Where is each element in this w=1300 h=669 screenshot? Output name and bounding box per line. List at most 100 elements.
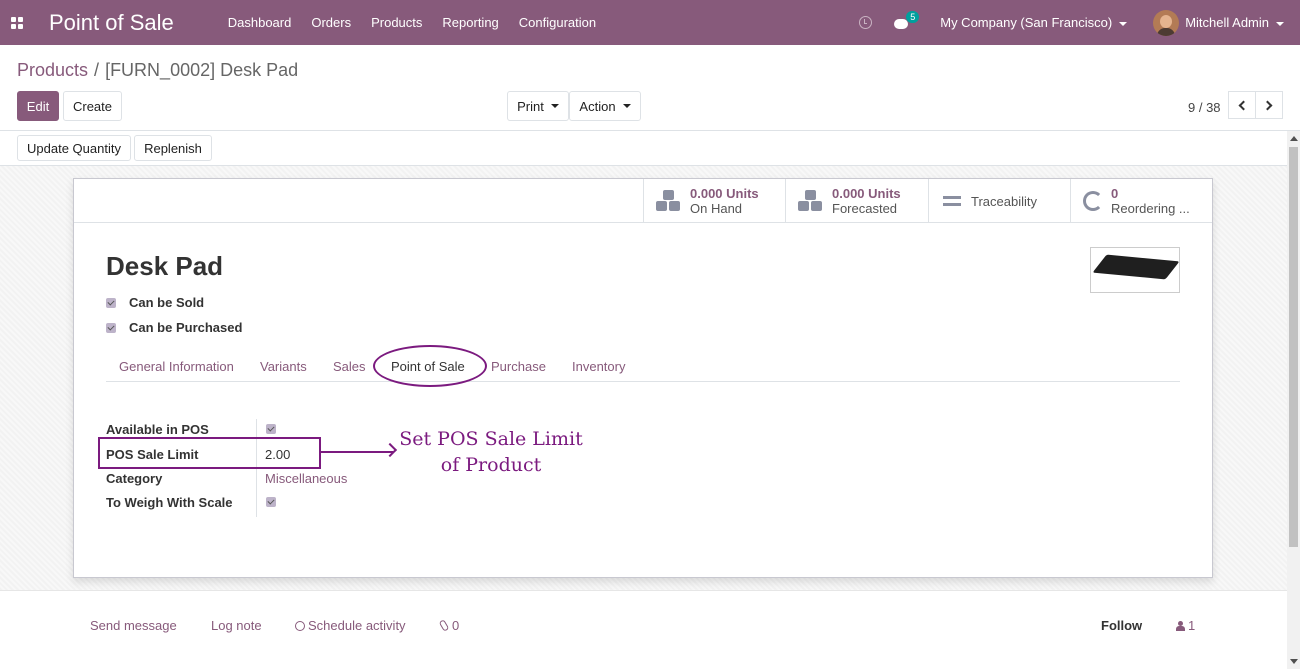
schedule-activity-label: Schedule activity (308, 618, 406, 633)
traceability-label: Traceability (971, 193, 1037, 209)
follow-button[interactable]: Follow (1101, 618, 1142, 633)
exchange-arrows-icon (941, 193, 963, 209)
chat-icon[interactable]: 5 (894, 10, 920, 30)
breadcrumb-products-link[interactable]: Products (17, 60, 88, 80)
company-name: My Company (San Francisco) (940, 15, 1113, 30)
menu-products[interactable]: Products (361, 0, 432, 45)
form-sheet: 0.000 Units On Hand 0.000 Units Forecast… (73, 178, 1213, 578)
followers-button[interactable]: 1 (1176, 618, 1195, 633)
control-panel: Products / [FURN_0002] Desk Pad Edit Creat… (0, 45, 1300, 131)
chatter: Send message Log note Schedule activity … (0, 590, 1287, 669)
tab-variants[interactable]: Variants (260, 359, 307, 374)
attachments-button[interactable]: 0 (438, 618, 460, 633)
paperclip-icon (438, 619, 450, 632)
available-in-pos-checkbox[interactable] (266, 424, 276, 434)
on-hand-value: 0.000 Units (690, 186, 759, 201)
can-be-sold-label: Can be Sold (129, 295, 205, 310)
tab-purchase[interactable]: Purchase (491, 359, 546, 374)
menu-orders[interactable]: Orders (301, 0, 361, 45)
annotation-field-highlight-box (98, 437, 321, 469)
top-navbar: Point of Sale Dashboard Orders Products … (0, 0, 1300, 45)
print-label: Print (517, 98, 544, 114)
caret-down-icon (622, 104, 631, 108)
log-note-button[interactable]: Log note (211, 618, 262, 633)
create-button[interactable]: Create (63, 91, 122, 121)
reordering-value: 0 (1111, 186, 1119, 201)
can-be-sold-checkbox[interactable] (106, 297, 116, 308)
cubes-icon (656, 190, 682, 212)
traceability-smart-button[interactable]: Traceability (928, 179, 1070, 223)
menu-dashboard[interactable]: Dashboard (218, 0, 302, 45)
on-hand-smart-button[interactable]: 0.000 Units On Hand (643, 179, 785, 223)
cubes-icon (798, 190, 824, 212)
tab-sales[interactable]: Sales (333, 359, 366, 374)
print-dropdown[interactable]: Print (507, 91, 569, 121)
forecasted-label: Forecasted (832, 201, 898, 216)
scroll-thumb[interactable] (1289, 147, 1298, 547)
menu-reporting[interactable]: Reporting (432, 0, 508, 45)
annotation-text: Set POS Sale Limit of Product (396, 426, 586, 478)
can-be-purchased-label: Can be Purchased (129, 320, 243, 335)
smart-buttons-row: 0.000 Units On Hand 0.000 Units Forecast… (74, 179, 1212, 223)
can-be-purchased-row: Can be Purchased (106, 320, 242, 335)
breadcrumb-current: [FURN_0002] Desk Pad (105, 60, 299, 80)
breadcrumb: Products / [FURN_0002] Desk Pad (17, 60, 298, 81)
form-tabs: General Information Variants Sales Point… (106, 352, 1180, 382)
available-in-pos-label: Available in POS (106, 422, 209, 437)
chat-count-badge: 5 (906, 10, 920, 23)
forecasted-smart-button[interactable]: 0.000 Units Forecasted (785, 179, 928, 223)
to-weigh-with-scale-checkbox[interactable] (266, 497, 276, 507)
update-quantity-button[interactable]: Update Quantity (17, 135, 131, 161)
send-message-button[interactable]: Send message (90, 618, 177, 633)
pager-value: 9 / 38 (1188, 100, 1221, 115)
chevron-right-icon (1262, 100, 1273, 110)
schedule-activity-button[interactable]: Schedule activity (295, 618, 406, 633)
caret-down-icon (1276, 21, 1284, 26)
annotation-line-2: of Product (440, 454, 542, 476)
product-name: Desk Pad (106, 251, 224, 281)
user-name: Mitchell Admin (1185, 15, 1269, 30)
reordering-label: Reordering ... (1111, 201, 1190, 216)
apps-menu-icon[interactable] (0, 0, 34, 45)
pager-previous-button[interactable] (1228, 91, 1256, 119)
edit-button[interactable]: Edit (17, 91, 59, 121)
category-label: Category (106, 471, 163, 486)
activity-clock-icon[interactable] (859, 16, 873, 29)
annotation-tab-highlight-ellipse (373, 345, 487, 387)
scroll-up-arrow-icon[interactable] (1290, 136, 1298, 141)
app-title: Point of Sale (49, 9, 174, 35)
menu-configuration[interactable]: Configuration (509, 0, 606, 45)
annotation-line-1: Set POS Sale Limit (399, 428, 583, 450)
user-avatar[interactable] (1153, 9, 1180, 36)
scroll-down-arrow-icon[interactable] (1290, 659, 1298, 664)
product-image[interactable] (1090, 247, 1180, 293)
refresh-icon (1083, 191, 1103, 211)
forecasted-value: 0.000 Units (832, 186, 901, 201)
tab-general-information[interactable]: General Information (119, 359, 234, 374)
tab-inventory[interactable]: Inventory (572, 359, 625, 374)
user-menu[interactable]: Mitchell Admin (1185, 15, 1284, 30)
clock-icon (295, 621, 305, 631)
breadcrumb-separator: / (94, 60, 100, 80)
can-be-sold-row: Can be Sold (106, 295, 204, 310)
reordering-smart-button[interactable]: 0 Reordering ... (1070, 179, 1212, 223)
action-label: Action (579, 98, 616, 114)
company-switcher[interactable]: My Company (San Francisco) (940, 15, 1128, 30)
on-hand-label: On Hand (690, 201, 743, 216)
annotation-arrow-head-icon (382, 442, 398, 458)
attachments-count: 0 (452, 618, 460, 633)
to-weigh-with-scale-label: To Weigh With Scale (106, 495, 233, 510)
caret-down-icon (1119, 21, 1128, 26)
annotation-arrow-line (321, 451, 393, 453)
pager-next-button[interactable] (1255, 91, 1283, 119)
user-icon (1176, 621, 1185, 631)
can-be-purchased-checkbox[interactable] (106, 322, 116, 333)
replenish-button[interactable]: Replenish (134, 135, 212, 161)
action-dropdown[interactable]: Action (569, 91, 641, 121)
vertical-scrollbar[interactable] (1287, 131, 1300, 669)
category-field[interactable]: Miscellaneous (265, 471, 347, 486)
followers-count: 1 (1188, 618, 1196, 633)
chevron-left-icon (1238, 100, 1249, 110)
caret-down-icon (550, 104, 559, 108)
form-statusbar: Update Quantity Replenish (0, 131, 1287, 166)
